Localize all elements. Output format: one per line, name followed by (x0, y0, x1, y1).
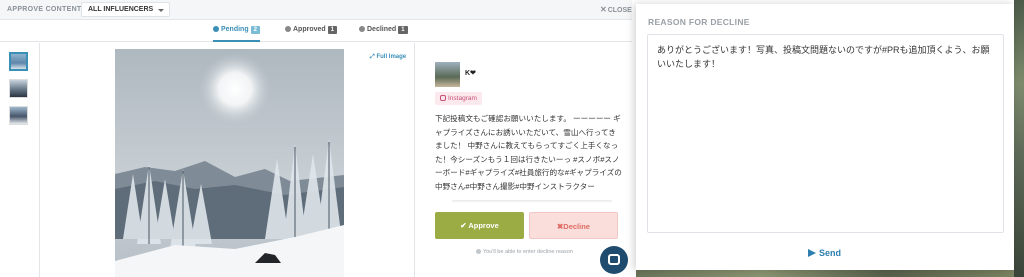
close-label: CLOSE (607, 7, 632, 14)
post-photo (115, 49, 344, 277)
send-icon (808, 249, 816, 257)
decline-reason-modal: REASON FOR DECLINE ありがとうございます！写真、投稿文問題ない… (636, 4, 1014, 270)
avatar (435, 62, 460, 87)
background-photo-strip-bottom (636, 270, 1014, 277)
photo-viewer: ⤢ Full Image (41, 43, 415, 277)
thumbnail-2[interactable] (9, 79, 28, 98)
influencer-name: K❤ (465, 70, 476, 77)
send-button[interactable]: Send (808, 248, 841, 258)
full-image-link[interactable]: ⤢ Full Image (370, 54, 406, 61)
thumbnail-list (0, 43, 40, 277)
tab-declined-count: 1 (398, 26, 408, 34)
tab-declined-label: Declined (367, 26, 397, 33)
chat-button[interactable] (600, 246, 628, 274)
background-photo-strip (1014, 0, 1024, 277)
tab-approved[interactable]: Approved 1 (285, 26, 338, 42)
approve-content-label: APPROVE CONTENT (7, 6, 82, 13)
post-caption: 下記投稿文もご確認お願いいたします。 ーーーーー ギャプライズさんにお誘いいただ… (435, 114, 622, 191)
instagram-icon (440, 95, 446, 101)
pending-icon (213, 26, 219, 32)
close-button[interactable]: ✕CLOSE (600, 5, 632, 14)
declined-icon (359, 26, 365, 32)
decline-label: Decline (563, 222, 590, 231)
tab-pending-count: 2 (250, 26, 260, 34)
approved-icon (285, 26, 291, 32)
decline-hint-text: You'll be able to enter decline reason (483, 249, 573, 255)
decline-button[interactable]: ✖Decline (529, 212, 618, 239)
thumbnail-3[interactable] (9, 106, 28, 125)
snow-mountain-photo (115, 49, 344, 277)
influencer-filter-value: ALL INFLUENCERS (88, 6, 154, 13)
influencer-filter-select[interactable]: ALL INFLUENCERS (81, 2, 170, 17)
divider (452, 200, 612, 203)
decline-reason-textarea[interactable]: ありがとうございます！写真、投稿文問題ないのですが#PRも追加頂くよう、お願いい… (647, 34, 1004, 233)
platform-badge: Instagram (435, 92, 482, 105)
chat-icon (608, 254, 620, 265)
approve-button[interactable]: ✔ Approve (435, 212, 524, 239)
post-details: K❤ Instagram 下記投稿文もご確認お願いいたします。 ーーーーー ギャ… (416, 43, 632, 277)
tab-pending-label: Pending (221, 26, 249, 33)
modal-title: REASON FOR DECLINE (648, 17, 750, 27)
chevron-down-icon (158, 9, 164, 12)
tab-approved-label: Approved (293, 26, 326, 33)
thumbnail-1[interactable] (9, 52, 28, 71)
tab-pending[interactable]: Pending 2 (213, 26, 260, 42)
top-bar: APPROVE CONTENT ALL INFLUENCERS ✕CLOSE (0, 0, 632, 20)
close-icon: ✕ (600, 5, 607, 14)
decline-hint: You'll be able to enter decline reason (476, 249, 573, 255)
status-tabs: Pending 2 Approved 1 Declined 1 (0, 20, 632, 42)
full-image-label: Full Image (376, 54, 407, 60)
tab-approved-count: 1 (327, 26, 338, 34)
info-icon (476, 249, 481, 254)
approve-label: Approve (468, 221, 499, 230)
platform-label: Instagram (448, 95, 477, 102)
send-label: Send (819, 248, 842, 258)
tab-declined[interactable]: Declined 1 (359, 26, 408, 42)
